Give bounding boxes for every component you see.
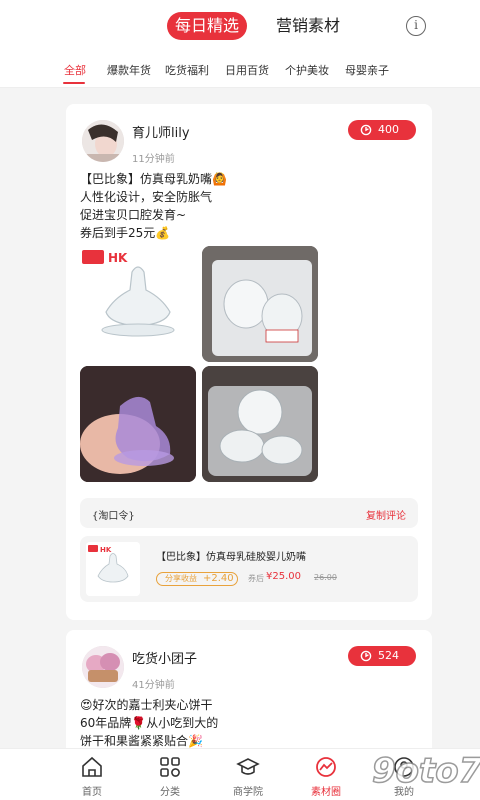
share-icon	[360, 124, 372, 136]
home-icon	[82, 756, 102, 777]
photo-nipples-bag[interactable]	[202, 246, 318, 362]
graduation-cap-icon	[236, 758, 260, 775]
tab-category[interactable]: 分类	[130, 749, 210, 800]
category-foodie[interactable]: 吃货福利	[165, 62, 209, 78]
tab-label: 素材圈	[311, 787, 341, 798]
material-circle-icon	[316, 757, 336, 777]
info-icon[interactable]: i	[406, 16, 426, 36]
post-text: 😍好次的嘉士利夹心饼干 60年品牌🌹从小吃到大的 饼干和果酱紧紧贴合🎉	[80, 696, 420, 750]
share-count: 524	[378, 649, 399, 662]
tab-marketing-materials[interactable]: 营销素材	[268, 12, 348, 40]
tab-daily-picks[interactable]: 每日精选	[167, 12, 247, 40]
photo-hand-holding-nipple[interactable]	[80, 366, 196, 482]
avatar[interactable]	[82, 646, 124, 688]
post-card: 育儿师lily 11分钟前 400 【巴比象】仿真母乳奶嘴🙆 人性化设计，安全防…	[66, 104, 432, 620]
share-earnings-amount: +2.40	[203, 573, 234, 584]
post-line: 60年品牌🌹从小吃到大的	[80, 716, 219, 730]
username[interactable]: 育儿师lily	[132, 122, 190, 141]
post-line: 人性化设计，安全防胀气	[80, 190, 213, 204]
share-earnings-label: 分享收益	[165, 574, 197, 583]
category-personal-care[interactable]: 个护美妆	[285, 62, 329, 78]
product-image: HK	[86, 542, 140, 596]
photo-nipple-brand[interactable]: HK	[80, 246, 196, 362]
post-time: 11分钟前	[132, 154, 175, 165]
share-earnings-badge: 分享收益 +2.40	[156, 572, 238, 586]
post-line: 😍好次的嘉士利夹心饼干	[80, 698, 213, 712]
taokouling-label: {淘口令}	[92, 511, 135, 522]
watermark-text: 9oto7.com	[372, 751, 480, 791]
category-all[interactable]: 全部	[64, 62, 86, 78]
tab-business-school[interactable]: 商学院	[208, 749, 288, 800]
username[interactable]: 吃货小团子	[132, 648, 197, 667]
copy-comment-button[interactable]: 复制评论	[366, 507, 406, 522]
share-count: 400	[378, 123, 399, 136]
tab-material-circle[interactable]: 素材圈	[286, 749, 366, 800]
category-mother-baby[interactable]: 母婴亲子	[345, 62, 389, 78]
category-hot-new-year[interactable]: 爆款年货	[107, 62, 151, 78]
taokouling-bar: {淘口令} 复制评论	[80, 498, 418, 528]
post-line: 【巴比象】仿真母乳奶嘴🙆	[80, 172, 227, 186]
post-line: 促进宝贝口腔发育~	[80, 208, 187, 222]
tab-home[interactable]: 首页	[52, 749, 132, 800]
product-price: ¥25.00	[266, 571, 301, 582]
price-prefix: 券后	[248, 574, 264, 583]
tab-label: 分类	[160, 787, 180, 798]
share-button[interactable]: 524	[348, 646, 416, 666]
post-text: 【巴比象】仿真母乳奶嘴🙆 人性化设计，安全防胀气 促进宝贝口腔发育~ 券后到手2…	[80, 170, 420, 242]
original-price: 26.00	[314, 573, 337, 582]
share-icon	[360, 650, 372, 662]
post-line: 券后到手25元💰	[80, 226, 171, 240]
post-time: 41分钟前	[132, 680, 175, 691]
avatar[interactable]	[82, 120, 124, 162]
product-title: 【巴比象】仿真母乳硅胶婴儿奶嘴	[156, 552, 306, 563]
site-watermark: 9oto7.com	[370, 738, 480, 800]
top-header: 每日精选 营销素材 i	[0, 0, 480, 52]
category-daily-goods[interactable]: 日用百货	[225, 62, 269, 78]
share-button[interactable]: 400	[348, 120, 416, 140]
tab-label: 商学院	[233, 787, 263, 798]
tab-label: 首页	[82, 787, 102, 798]
grid-icon	[160, 757, 180, 777]
product-card[interactable]: HK 【巴比象】仿真母乳硅胶婴儿奶嘴 分享收益 +2.40 券后 ¥25.00 2…	[80, 536, 418, 602]
photo-nipples-packaging[interactable]	[202, 366, 318, 482]
active-category-indicator	[63, 82, 85, 84]
brand-badge: HK	[108, 251, 128, 265]
category-tabs: 全部 爆款年货 吃货福利 日用百货 个护美妆 母婴亲子	[0, 52, 480, 88]
product-brand-badge: HK	[100, 546, 112, 554]
